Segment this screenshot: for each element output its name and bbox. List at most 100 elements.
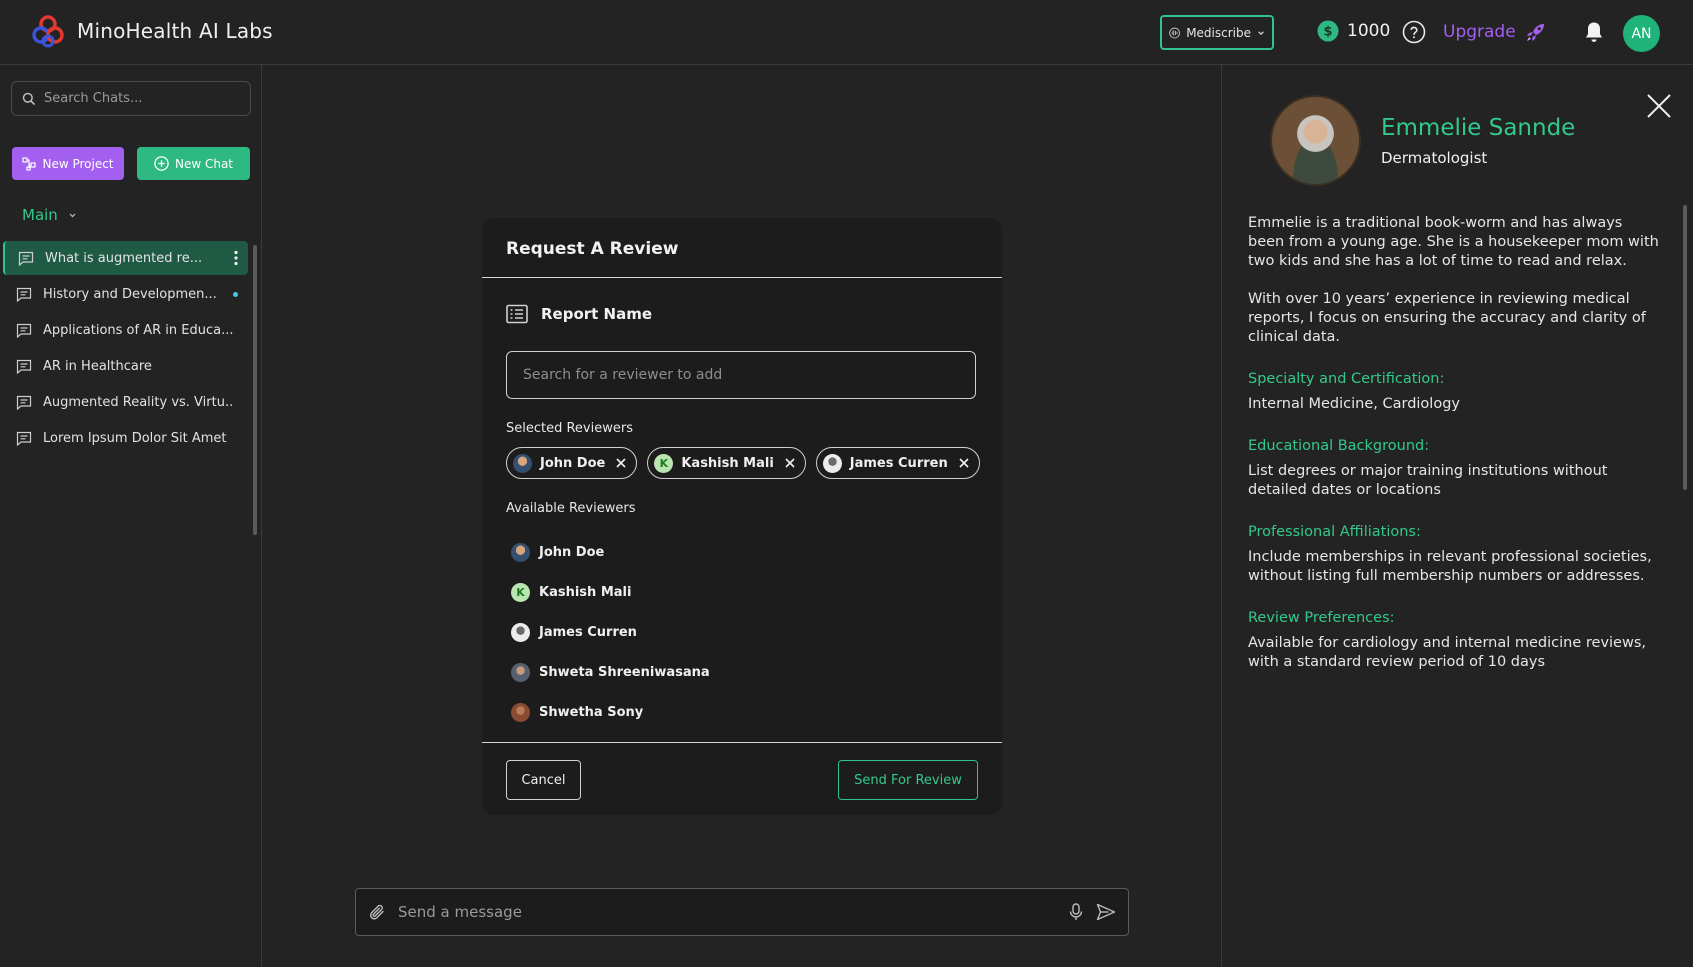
list-item[interactable]: Shweta Shreeniwasana	[506, 652, 976, 692]
chat-item[interactable]: Augmented Reality vs. Virtu...	[3, 385, 248, 419]
reviewer-name: Shweta Shreeniwasana	[539, 664, 710, 680]
profile-scrollbar[interactable]	[1683, 205, 1687, 490]
request-review-modal: Request A Review Report Name Selected Re…	[482, 218, 1002, 815]
remove-icon[interactable]	[615, 457, 627, 469]
credits-amount: 1000	[1347, 21, 1391, 41]
cancel-button[interactable]: Cancel	[506, 760, 581, 800]
sidebar-scrollbar[interactable]	[253, 245, 257, 535]
chat-item-label: Applications of AR in Educa...	[43, 322, 233, 338]
waveform-icon	[1169, 27, 1180, 38]
available-reviewers-list: John Doe K Kashish Mali James Curren Shw…	[506, 532, 976, 732]
chat-item[interactable]: Applications of AR in Educa...	[3, 313, 248, 347]
search-chats-input[interactable]	[44, 91, 234, 106]
chat-item-label: Augmented Reality vs. Virtu...	[43, 394, 233, 410]
reviewer-name: Shwetha Sony	[539, 704, 644, 720]
new-project-label: New Project	[42, 156, 114, 171]
chat-item[interactable]: Lorem Ipsum Dolor Sit Amet	[3, 421, 248, 455]
affiliations-text: Include memberships in relevant professi…	[1248, 549, 1652, 584]
avatar	[511, 662, 530, 682]
document-list-icon	[506, 304, 528, 324]
plus-circle-icon	[154, 156, 169, 171]
remove-icon[interactable]	[784, 457, 796, 469]
list-item[interactable]: Shwetha Sony	[506, 692, 976, 732]
modal-title: Request A Review	[506, 239, 679, 259]
chat-item-label: What is augmented re...	[45, 250, 203, 266]
education-heading: Educational Background:	[1248, 438, 1430, 454]
reviewer-profile-panel	[1221, 65, 1693, 967]
app-logo-icon[interactable]	[31, 15, 65, 49]
modal-header-divider	[482, 277, 1002, 278]
credits-display: $ 1000	[1317, 20, 1390, 42]
section-label: Main	[22, 206, 58, 224]
report-name-label: Report Name	[541, 305, 653, 323]
avatar: K	[511, 582, 530, 602]
dollar-coin-icon: $	[1317, 20, 1339, 42]
chat-bubble-icon	[16, 395, 32, 410]
more-options-icon[interactable]	[234, 250, 238, 266]
chat-list: What is augmented re... History and Deve…	[3, 241, 248, 457]
list-item[interactable]: James Curren	[506, 612, 976, 652]
upgrade-button[interactable]: Upgrade	[1443, 20, 1548, 44]
model-selector-label: Mediscribe	[1186, 25, 1251, 40]
chat-bubble-icon	[16, 287, 32, 302]
reviewer-name: James Curren	[539, 624, 637, 640]
preferences-heading: Review Preferences:	[1248, 610, 1395, 626]
list-item[interactable]: John Doe	[506, 532, 976, 572]
preferences-text: Available for cardiology and internal me…	[1248, 635, 1646, 670]
avatar: K	[654, 453, 674, 473]
chat-bubble-icon	[16, 359, 32, 374]
profile-experience: With over 10 years’ experience in review…	[1248, 291, 1646, 345]
chat-item-label: Lorem Ipsum Dolor Sit Amet	[43, 430, 227, 446]
avatar	[822, 453, 842, 473]
chat-item[interactable]: History and Developmen...	[3, 277, 248, 311]
upgrade-label: Upgrade	[1443, 22, 1516, 42]
chevron-down-icon	[1258, 30, 1264, 35]
affiliations-heading: Professional Affiliations:	[1248, 524, 1421, 540]
send-icon[interactable]	[1096, 903, 1116, 921]
avatar	[513, 453, 532, 473]
help-icon[interactable]	[1402, 20, 1426, 44]
avatar	[511, 542, 530, 562]
remove-icon[interactable]	[958, 457, 970, 469]
top-bar: MinoHealth AI Labs Mediscribe $ 1000 Upg…	[0, 0, 1693, 65]
profile-name: Emmelie Sannde	[1381, 115, 1576, 141]
reviewer-chip: James Curren	[815, 447, 980, 479]
message-input[interactable]	[398, 903, 1056, 921]
notification-bell-icon[interactable]	[1583, 20, 1605, 44]
reviewer-chip-name: James Curren	[849, 455, 948, 471]
chat-bubble-icon	[16, 431, 32, 446]
list-item[interactable]: K Kashish Mali	[506, 572, 976, 612]
avatar	[511, 622, 530, 642]
avatar	[511, 702, 530, 722]
new-project-button[interactable]: New Project	[12, 147, 124, 180]
send-for-review-button[interactable]: Send For Review	[838, 760, 978, 800]
close-icon[interactable]	[1645, 92, 1673, 120]
paperclip-icon[interactable]	[368, 903, 386, 921]
chat-item[interactable]: What is augmented re...	[3, 241, 248, 275]
reviewer-chip: K Kashish Mali	[647, 447, 806, 479]
microphone-icon[interactable]	[1068, 903, 1084, 921]
selected-reviewers-list: John Doe K Kashish Mali James Curren	[506, 447, 980, 479]
available-reviewers-label: Available Reviewers	[506, 501, 636, 516]
sidebar: New Project New Chat Main What is augmen…	[0, 65, 262, 967]
reviewer-chip-name: John Doe	[540, 455, 606, 471]
specialty-heading: Specialty and Certification:	[1248, 371, 1445, 387]
new-chat-label: New Chat	[174, 156, 234, 171]
reviewer-chip: John Doe	[506, 447, 638, 479]
chat-bubble-icon	[18, 251, 34, 266]
unread-indicator	[233, 292, 238, 297]
chat-item[interactable]: AR in Healthcare	[3, 349, 248, 383]
search-chats-field[interactable]	[11, 81, 251, 116]
rocket-icon	[1526, 24, 1544, 41]
user-avatar[interactable]: AN	[1623, 15, 1660, 52]
reviewer-search-input[interactable]	[506, 351, 976, 399]
chat-bubble-icon	[16, 323, 32, 338]
reviewer-chip-name: Kashish Mali	[681, 455, 774, 471]
app-title: MinoHealth AI Labs	[77, 19, 273, 43]
section-toggle-main[interactable]: Main	[22, 206, 77, 224]
new-chat-button[interactable]: New Chat	[137, 147, 250, 180]
profile-photo	[1270, 95, 1361, 186]
search-icon	[22, 92, 36, 105]
model-selector[interactable]: Mediscribe	[1160, 15, 1274, 50]
project-tree-icon	[22, 156, 37, 171]
